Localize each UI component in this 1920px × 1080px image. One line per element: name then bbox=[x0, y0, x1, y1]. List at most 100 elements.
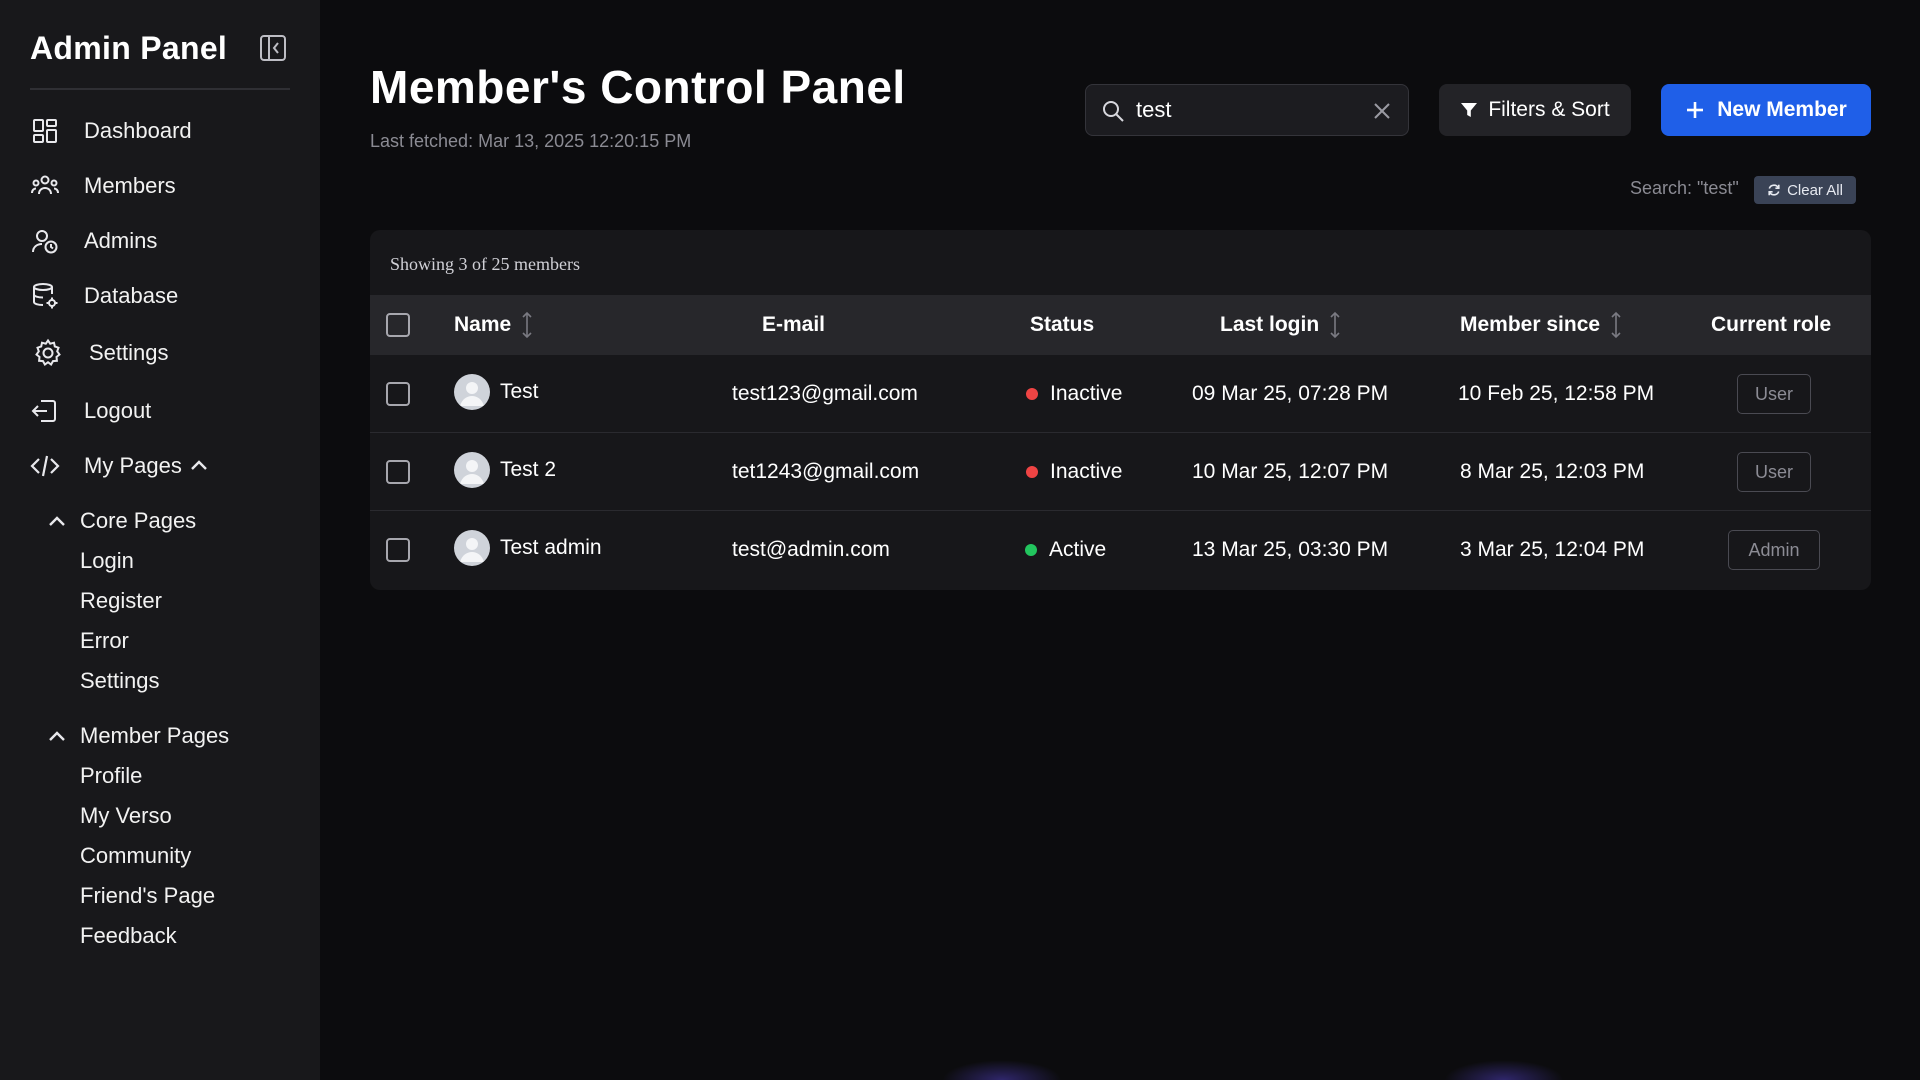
sort-icon[interactable] bbox=[1608, 310, 1624, 340]
row-checkbox[interactable] bbox=[386, 538, 410, 562]
chevron-up-icon bbox=[49, 731, 65, 741]
sidebar-item-label: Database bbox=[84, 283, 179, 308]
nav-link-profile[interactable]: Profile bbox=[80, 760, 142, 792]
gear-icon bbox=[33, 338, 63, 368]
column-email: E-mail bbox=[762, 313, 826, 336]
search-input[interactable] bbox=[1136, 93, 1356, 127]
column-current-role: Current role bbox=[1711, 313, 1832, 336]
avatar bbox=[454, 530, 490, 566]
member-email: test@admin.com bbox=[732, 538, 890, 561]
member-name-cell: Test 2 bbox=[454, 431, 556, 509]
member-pages-toggle[interactable]: Member Pages bbox=[48, 719, 229, 753]
status-dot bbox=[1025, 544, 1037, 556]
sort-icon[interactable] bbox=[1327, 310, 1343, 340]
column-member-since[interactable]: Member since bbox=[1460, 295, 1624, 355]
member-last-login: 13 Mar 25, 03:30 PM bbox=[1192, 538, 1389, 561]
status-label: Active bbox=[1049, 538, 1107, 561]
row-checkbox[interactable] bbox=[386, 460, 410, 484]
database-icon bbox=[30, 281, 60, 311]
member-name: Test bbox=[500, 380, 539, 403]
nav-link-community[interactable]: Community bbox=[80, 840, 191, 872]
role-badge[interactable]: User bbox=[1737, 374, 1811, 414]
select-all-checkbox[interactable] bbox=[386, 313, 410, 337]
nav-link-my-verso[interactable]: My Verso bbox=[80, 800, 172, 832]
column-status: Status bbox=[1030, 313, 1095, 336]
member-since: 3 Mar 25, 12:04 PM bbox=[1460, 538, 1645, 561]
sidebar-brand: Admin Panel bbox=[30, 30, 290, 90]
sidebar-item-logout[interactable]: Logout bbox=[30, 391, 290, 431]
sidebar-item-dashboard[interactable]: Dashboard bbox=[30, 111, 290, 151]
logout-icon bbox=[30, 396, 60, 426]
sort-icon[interactable] bbox=[519, 310, 535, 340]
app-title: Admin Panel bbox=[30, 30, 228, 66]
new-member-button[interactable]: New Member bbox=[1661, 84, 1871, 136]
admins-icon bbox=[30, 226, 60, 256]
member-since: 8 Mar 25, 12:03 PM bbox=[1460, 460, 1645, 483]
avatar bbox=[454, 374, 490, 410]
sidebar-item-label: Dashboard bbox=[84, 118, 192, 143]
member-email: test123@gmail.com bbox=[732, 382, 918, 405]
sidebar-item-label: Settings bbox=[89, 340, 169, 365]
search-icon bbox=[1103, 101, 1124, 122]
column-name-label: Name bbox=[454, 313, 512, 336]
status-label: Inactive bbox=[1050, 382, 1123, 405]
status-label: Inactive bbox=[1050, 460, 1123, 483]
filter-icon bbox=[1461, 103, 1478, 117]
sidebar-item-label: Members bbox=[84, 173, 176, 198]
sidebar-item-label: Logout bbox=[84, 398, 152, 423]
sidebar-item-database[interactable]: Database bbox=[30, 276, 290, 316]
nav-link-friends-page[interactable]: Friend's Page bbox=[80, 880, 215, 912]
table-row[interactable]: Test 2 tet1243@gmail.com Inactive 10 Mar… bbox=[370, 433, 1871, 511]
member-status: Inactive bbox=[1026, 355, 1122, 433]
sidebar-item-my-pages[interactable]: My Pages bbox=[30, 446, 290, 486]
sidebar-item-settings[interactable]: Settings bbox=[30, 333, 290, 373]
nav-link-login[interactable]: Login bbox=[80, 545, 134, 577]
members-icon bbox=[30, 171, 60, 201]
collapse-sidebar-icon[interactable] bbox=[259, 34, 287, 62]
core-pages-label: Core Pages bbox=[80, 508, 197, 533]
column-member-since-label: Member since bbox=[1460, 313, 1601, 336]
clear-search-icon[interactable] bbox=[1372, 101, 1392, 121]
chevron-up-icon bbox=[191, 460, 207, 470]
nav-link-settings[interactable]: Settings bbox=[80, 665, 160, 697]
member-name-cell: Test admin bbox=[454, 509, 602, 587]
filters-sort-button[interactable]: Filters & Sort bbox=[1439, 84, 1631, 136]
member-name-cell: Test bbox=[454, 353, 539, 431]
status-dot bbox=[1026, 466, 1038, 478]
search-status-text: Search: "test" bbox=[1630, 178, 1739, 198]
page-title: Member's Control Panel bbox=[370, 61, 906, 113]
nav-link-register[interactable]: Register bbox=[80, 585, 162, 617]
member-email: tet1243@gmail.com bbox=[732, 460, 920, 483]
member-since: 10 Feb 25, 12:58 PM bbox=[1458, 382, 1655, 405]
chevron-up-icon bbox=[49, 516, 65, 526]
table-row[interactable]: Test test123@gmail.com Inactive 09 Mar 2… bbox=[370, 355, 1871, 433]
member-last-login: 09 Mar 25, 07:28 PM bbox=[1192, 382, 1389, 405]
member-status: Inactive bbox=[1026, 433, 1122, 511]
new-member-label: New Member bbox=[1717, 98, 1847, 121]
column-name[interactable]: Name bbox=[454, 295, 535, 355]
sidebar: Admin Panel Dashboard Members Admins Dat… bbox=[0, 0, 320, 1080]
sidebar-item-members[interactable]: Members bbox=[30, 166, 290, 206]
column-last-login[interactable]: Last login bbox=[1220, 295, 1343, 355]
role-badge[interactable]: User bbox=[1737, 452, 1811, 492]
sidebar-item-label: Admins bbox=[84, 228, 158, 253]
filters-sort-label: Filters & Sort bbox=[1488, 98, 1610, 121]
table-header: Name E-mail Status Last login Member sin… bbox=[370, 295, 1871, 355]
nav-link-feedback[interactable]: Feedback bbox=[80, 920, 177, 952]
nav-link-error[interactable]: Error bbox=[80, 625, 129, 657]
sidebar-item-admins[interactable]: Admins bbox=[30, 221, 290, 261]
core-pages-toggle[interactable]: Core Pages bbox=[48, 504, 196, 538]
code-icon bbox=[30, 451, 60, 481]
member-pages-label: Member Pages bbox=[80, 723, 230, 748]
last-fetched-text: Last fetched: Mar 13, 2025 12:20:15 PM bbox=[370, 131, 692, 151]
member-name: Test admin bbox=[500, 536, 602, 559]
role-badge[interactable]: Admin bbox=[1728, 530, 1820, 570]
background-glow bbox=[1444, 1060, 1564, 1080]
clear-all-button[interactable]: Clear All bbox=[1754, 176, 1856, 204]
table-row[interactable]: Test admin test@admin.com Active 13 Mar … bbox=[370, 511, 1871, 589]
member-last-login: 10 Mar 25, 12:07 PM bbox=[1192, 460, 1389, 483]
row-checkbox[interactable] bbox=[386, 382, 410, 406]
search-box bbox=[1085, 84, 1409, 136]
status-dot bbox=[1026, 388, 1038, 400]
clear-all-label: Clear All bbox=[1787, 181, 1843, 199]
